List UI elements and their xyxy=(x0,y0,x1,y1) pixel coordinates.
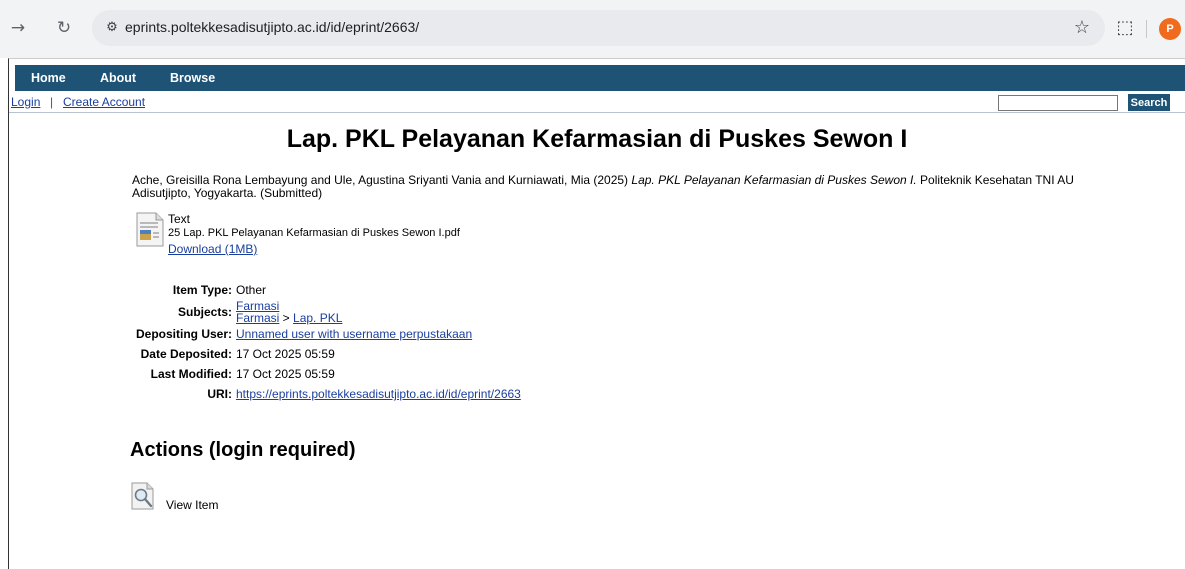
actions-heading: Actions (login required) xyxy=(130,439,356,461)
browser-toolbar: → ↻ ⚙ eprints.poltekkesadisutjipto.ac.id… xyxy=(0,8,1185,48)
search-input[interactable] xyxy=(998,95,1118,111)
toolbar-divider xyxy=(1146,20,1147,38)
main-menu: Home About Browse xyxy=(15,65,1185,91)
document-type: Text xyxy=(168,212,191,226)
uri-label: URI: xyxy=(207,387,232,401)
subject-link-farmasi-parent[interactable]: Farmasi xyxy=(236,311,279,325)
document-filename: 25 Lap. PKL Pelayanan Kefarmasian di Pus… xyxy=(168,227,460,239)
login-link[interactable]: Login xyxy=(11,95,40,109)
search-button[interactable]: Search xyxy=(1128,94,1170,111)
last-modified-label: Last Modified: xyxy=(150,367,232,381)
date-deposited-value: 17 Oct 2025 05:59 xyxy=(236,347,335,361)
citation-title: Lap. PKL Pelayanan Kefarmasian di Puskes… xyxy=(631,173,917,187)
page-title: Lap. PKL Pelayanan Kefarmasian di Puskes… xyxy=(286,125,908,153)
item-type-value: Other xyxy=(236,283,267,297)
address-bar[interactable]: ⚙ eprints.poltekkesadisutjipto.ac.id/id/… xyxy=(92,10,1105,46)
uri-link[interactable]: https://eprints.poltekkesadisutjipto.ac.… xyxy=(236,387,521,401)
depositing-user-label: Depositing User: xyxy=(135,327,232,341)
site-info-icon[interactable]: ⚙ xyxy=(102,18,122,38)
url-text[interactable]: eprints.poltekkesadisutjipto.ac.id/id/ep… xyxy=(125,19,419,35)
profile-avatar[interactable]: P xyxy=(1159,18,1181,40)
menu-about[interactable]: About xyxy=(100,65,136,91)
extensions-icon[interactable]: ⬚ xyxy=(1113,16,1137,40)
login-bar: Login | Create Account Search xyxy=(9,93,1185,113)
last-modified-value: 17 Oct 2025 05:59 xyxy=(236,367,335,381)
citation-authors: Ache, Greisilla Rona Lembayung and Ule, … xyxy=(132,173,632,187)
create-account-link[interactable]: Create Account xyxy=(63,95,145,109)
view-item-label[interactable]: View Item xyxy=(166,498,218,512)
download-link[interactable]: Download (1MB) xyxy=(168,242,257,256)
forward-icon[interactable]: → xyxy=(6,16,30,40)
depositing-user-link[interactable]: Unnamed user with username perpustakaan xyxy=(236,327,472,341)
item-type-label: Item Type: xyxy=(172,283,232,297)
star-icon[interactable]: ☆ xyxy=(1070,16,1094,40)
date-deposited-label: Date Deposited: xyxy=(140,347,232,361)
menu-browse[interactable]: Browse xyxy=(170,65,215,91)
magnifier-icon[interactable] xyxy=(131,482,155,510)
page-content: Home About Browse Login | Create Account… xyxy=(8,58,1185,569)
subject-path: Farmasi > Lap. PKL xyxy=(236,311,342,325)
login-separator: | xyxy=(50,95,54,109)
menu-home[interactable]: Home xyxy=(31,65,66,91)
reload-icon[interactable]: ↻ xyxy=(52,16,76,40)
subject-link-lap-pkl[interactable]: Lap. PKL xyxy=(293,311,342,325)
subject-path-separator: > xyxy=(279,311,294,325)
browser-chrome: → ↻ ⚙ eprints.poltekkesadisutjipto.ac.id… xyxy=(0,0,1185,58)
pdf-document-icon[interactable] xyxy=(136,212,164,247)
subjects-label: Subjects: xyxy=(177,305,232,319)
citation: Ache, Greisilla Rona Lembayung and Ule, … xyxy=(132,174,1092,200)
